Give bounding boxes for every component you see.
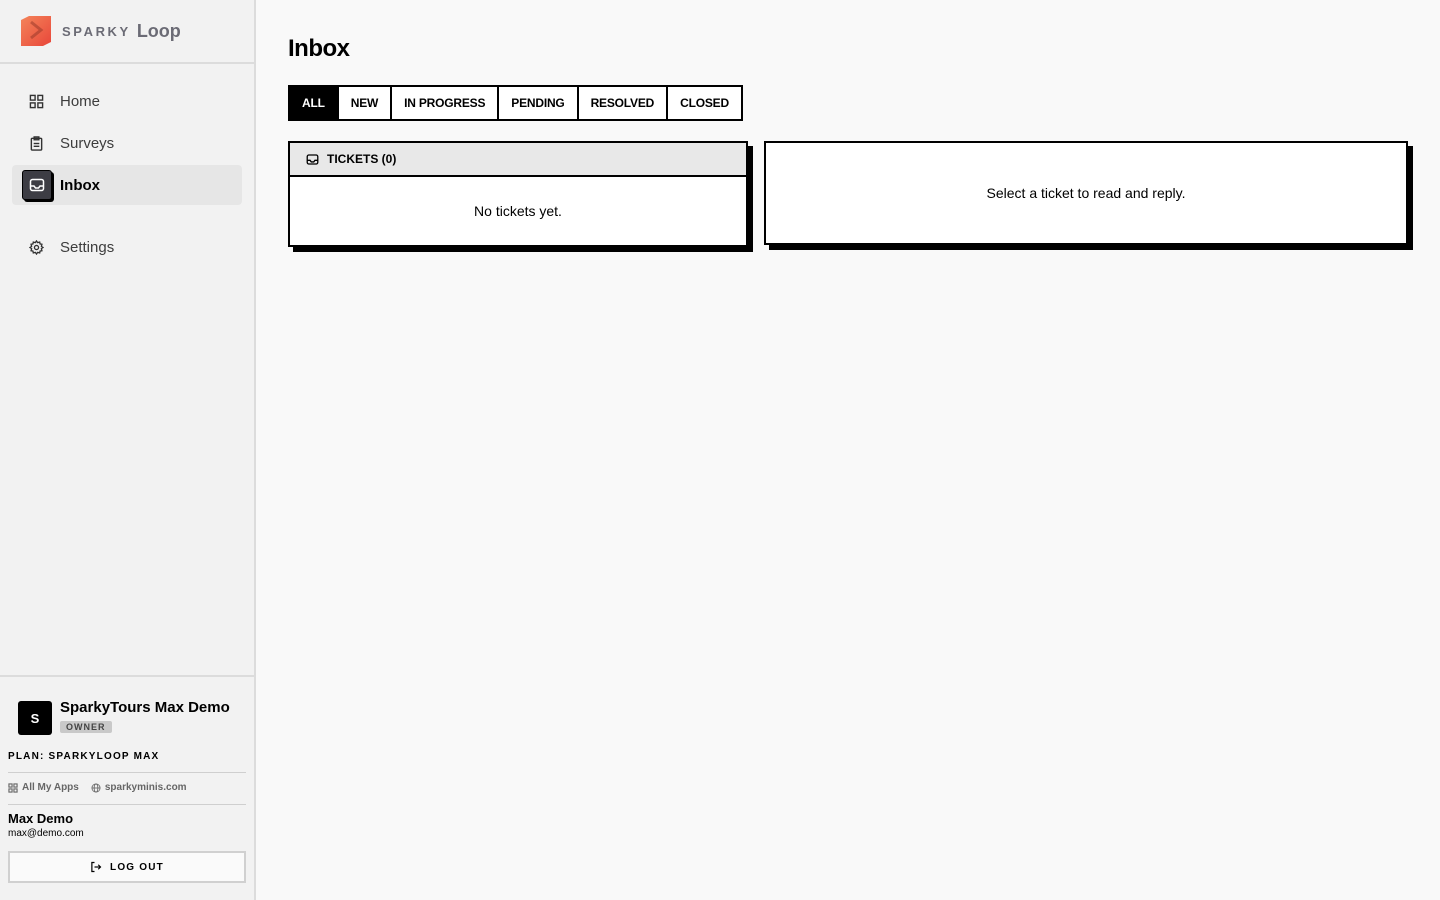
sidebar-footer: S SparkyTours Max Demo OWNER PLAN: SPARK… [0, 675, 254, 900]
brand-header[interactable]: SPARKY Loop [0, 0, 254, 64]
status-filter-tabs: ALL NEW IN PROGRESS PENDING RESOLVED CLO… [288, 85, 743, 121]
inbox-icon [22, 170, 52, 200]
inbox-icon [306, 153, 319, 165]
grid-icon [28, 93, 44, 109]
ticket-detail-panel: Select a ticket to read and reply. [764, 141, 1408, 245]
tab-new[interactable]: NEW [339, 87, 393, 119]
brand-name: SPARKY [62, 23, 131, 39]
tab-all[interactable]: ALL [290, 87, 339, 119]
brand-product: Loop [136, 20, 181, 41]
sidebar-item-label: Home [60, 92, 101, 110]
main-content: Inbox ALL NEW IN PROGRESS PENDING RESOLV… [288, 0, 1440, 247]
role-badge: OWNER [60, 721, 112, 733]
logout-icon [91, 861, 102, 873]
website-label: sparkyminis.com [104, 782, 187, 793]
tab-closed[interactable]: CLOSED [668, 87, 741, 119]
logout-button[interactable]: LOG OUT [8, 851, 246, 883]
page-title: Inbox [288, 35, 350, 62]
sidebar-item-surveys[interactable]: Surveys [12, 123, 242, 163]
gear-icon [28, 239, 44, 255]
tickets-header: TICKETS (0) [290, 143, 746, 177]
sidebar-item-settings[interactable]: Settings [12, 227, 242, 267]
org-name: SparkyTours Max Demo [60, 699, 230, 716]
footer-links: All My Apps sparkyminis.com [8, 773, 246, 805]
all-apps-label: All My Apps [22, 782, 79, 793]
user-name: Max Demo [8, 811, 74, 826]
logout-label: LOG OUT [110, 861, 164, 873]
sidebar-item-label: Settings [60, 238, 115, 256]
globe-icon [91, 783, 101, 792]
tab-resolved[interactable]: RESOLVED [579, 87, 669, 119]
org-avatar: S [18, 701, 52, 735]
sidebar-nav: Home Surveys Inbox Settings [0, 64, 254, 267]
detail-empty-message: Select a ticket to read and reply. [986, 185, 1186, 201]
sidebar-item-home[interactable]: Home [12, 81, 242, 121]
grid-icon [8, 782, 18, 793]
all-apps-link[interactable]: All My Apps [8, 782, 79, 793]
sidebar: SPARKY Loop Home Surveys Inbox Settings … [0, 0, 256, 900]
tickets-panel: TICKETS (0) No tickets yet. [288, 141, 748, 247]
tab-pending[interactable]: PENDING [499, 87, 579, 119]
org-card[interactable]: S SparkyTours Max Demo OWNER [8, 699, 246, 735]
tickets-empty-message: No tickets yet. [474, 203, 562, 219]
sidebar-item-label: Surveys [60, 134, 115, 152]
tickets-count-label: TICKETS (0) [327, 152, 397, 166]
website-link[interactable]: sparkyminis.com [91, 782, 187, 793]
tab-in-progress[interactable]: IN PROGRESS [392, 87, 500, 119]
sidebar-item-inbox[interactable]: Inbox [12, 165, 242, 205]
clipboard-icon [28, 135, 44, 151]
sparky-logo-icon [21, 16, 51, 46]
user-email: max@demo.com [8, 828, 84, 839]
plan-label: PLAN: SPARKYLOOP MAX [8, 751, 246, 773]
sidebar-item-label: Inbox [60, 176, 100, 194]
